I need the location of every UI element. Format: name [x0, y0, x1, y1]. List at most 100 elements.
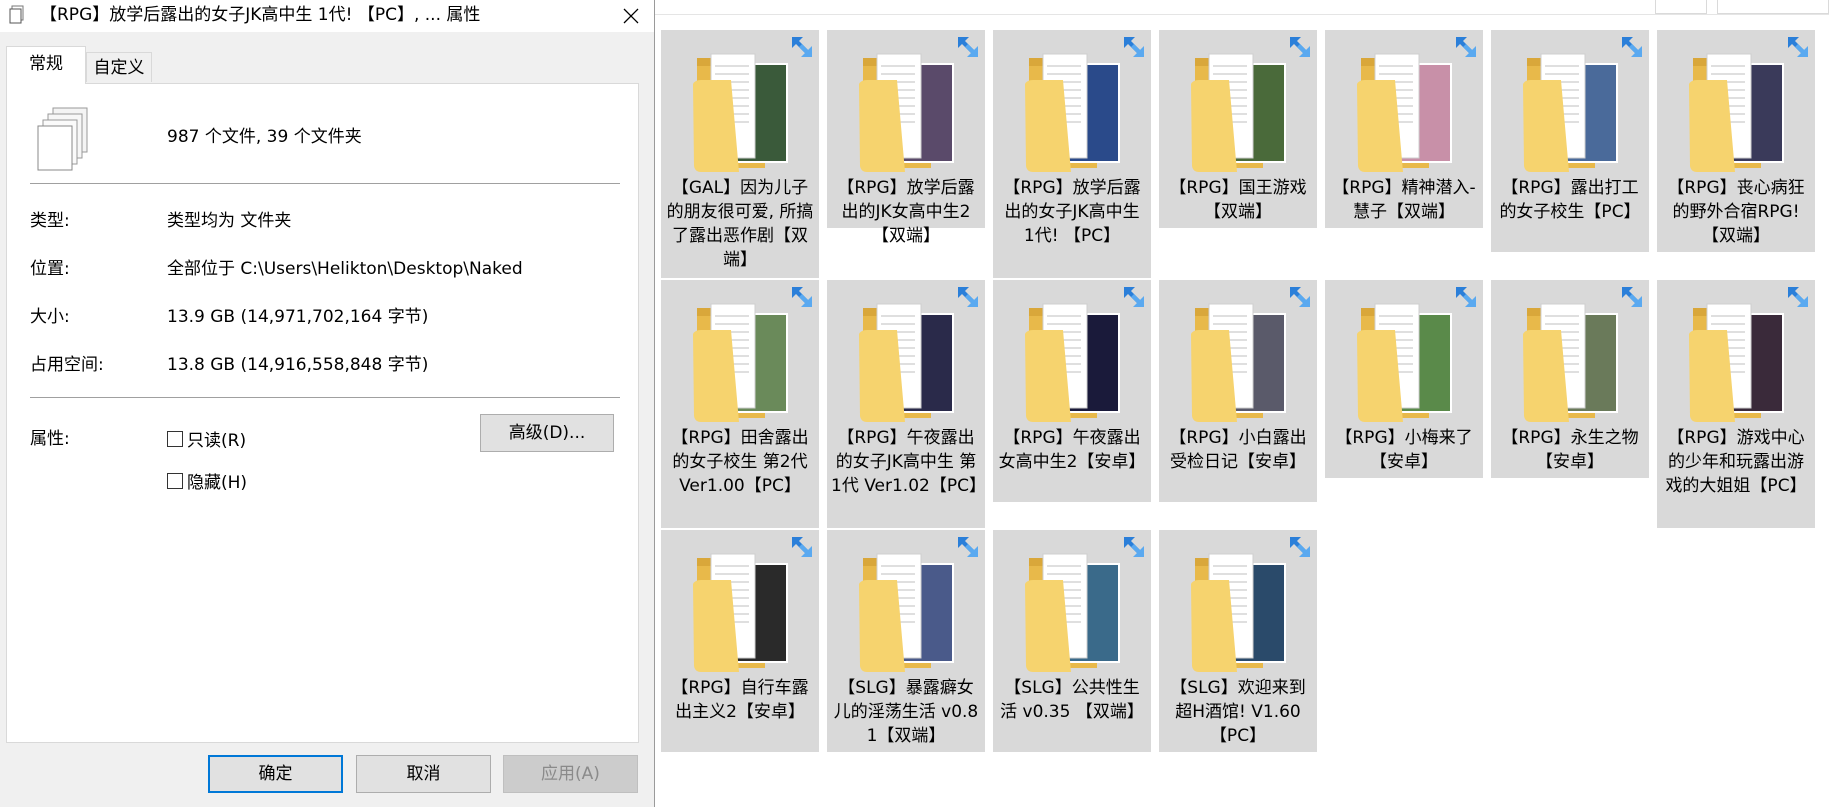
properties-dialog: 【RPG】放学后露出的女子JK高中生 1代! 【PC】, ... 属性 常规 自… [0, 0, 655, 807]
hidden-checkbox-row[interactable]: 隐藏(H) [167, 468, 247, 493]
folder-label: 【SLG】公共性生活 v0.35 【双端】 [1000, 678, 1144, 722]
folder-label: 【RPG】露出打工的女子校生【PC】 [1499, 178, 1641, 222]
shortcut-arrow-icon [792, 37, 812, 57]
folder-item[interactable]: 【RPG】露出打工的女子校生【PC】 [1491, 30, 1649, 252]
general-tab-panel: 987 个文件, 39 个文件夹 类型: 类型均为 文件夹 位置: 全部位于 C… [6, 83, 639, 743]
window-title: 【RPG】放学后露出的女子JK高中生 1代! 【PC】, ... 属性 [40, 5, 481, 25]
shortcut-arrow-icon [1124, 37, 1144, 57]
folder-icon [1025, 53, 1120, 172]
folder-icon [1191, 553, 1286, 672]
folder-label: 【RPG】午夜露出女高中生2【安卓】 [998, 428, 1146, 472]
readonly-checkbox[interactable] [167, 430, 183, 447]
close-button[interactable] [608, 0, 654, 32]
shortcut-arrow-icon [1124, 537, 1144, 557]
folder-item[interactable]: 【SLG】欢迎来到超H酒馆! V1.60【PC】 [1159, 530, 1317, 752]
folder-label: 【RPG】午夜露出的女子JK高中生 第1代 Ver1.02【PC】 [831, 428, 986, 496]
title-bar: 【RPG】放学后露出的女子JK高中生 1代! 【PC】, ... 属性 [0, 0, 654, 32]
folder-item[interactable]: 【RPG】国王游戏【双端】 [1159, 30, 1317, 228]
folder-icon [859, 53, 954, 172]
folder-label: 【RPG】放学后露出的女子JK高中生 1代! 【PC】 [1003, 178, 1141, 246]
divider [30, 183, 620, 184]
folder-icon [859, 303, 954, 422]
folder-item[interactable]: 【RPG】小梅来了【安卓】 [1325, 280, 1483, 478]
shortcut-arrow-icon [1290, 537, 1310, 557]
tab-custom[interactable]: 自定义 [86, 52, 152, 82]
folder-icon [1689, 53, 1784, 172]
readonly-label: 只读(R) [187, 431, 247, 451]
shortcut-arrow-icon [958, 537, 978, 557]
location-label: 位置: [30, 259, 70, 279]
shortcut-arrow-icon [1788, 287, 1808, 307]
shortcut-arrow-icon [1290, 37, 1310, 57]
folder-item[interactable]: 【SLG】公共性生活 v0.35 【双端】 [993, 530, 1151, 752]
folder-label: 【RPG】田舍露出的女子校生 第2代 Ver1.00【PC】 [671, 428, 809, 496]
readonly-checkbox-row[interactable]: 只读(R) [167, 426, 246, 451]
multiple-files-icon [37, 107, 88, 171]
attributes-label: 属性: [30, 429, 70, 449]
folder-item[interactable]: 【RPG】精神潜入-慧子【双端】 [1325, 30, 1483, 228]
folder-item[interactable]: 【SLG】暴露癖女儿的淫荡生活 v0.81【双端】 [827, 530, 985, 752]
folder-item[interactable]: 【RPG】田舍露出的女子校生 第2代 Ver1.00【PC】 [661, 280, 819, 528]
folder-label: 【RPG】永生之物【安卓】 [1501, 428, 1639, 472]
shortcut-arrow-icon [958, 287, 978, 307]
type-value: 类型均为 文件夹 [167, 211, 292, 231]
folder-item[interactable]: 【RPG】午夜露出女高中生2【安卓】 [993, 280, 1151, 502]
folder-item[interactable]: 【GAL】因为儿子的朋友很可爱, 所搞了露出恶作剧【双端】 [661, 30, 819, 278]
folder-icon [1357, 303, 1452, 422]
folder-label: 【GAL】因为儿子的朋友很可爱, 所搞了露出恶作剧【双端】 [666, 178, 814, 270]
folder-label: 【RPG】国王游戏【双端】 [1169, 178, 1307, 222]
hidden-checkbox[interactable] [167, 472, 183, 489]
folder-item[interactable]: 【RPG】永生之物【安卓】 [1491, 280, 1649, 478]
folder-label: 【RPG】游戏中心的少年和玩露出游戏的大姐姐【PC】 [1665, 428, 1807, 496]
folder-item[interactable]: 【RPG】小白露出受检日记【安卓】 [1159, 280, 1317, 502]
folder-label: 【SLG】暴露癖女儿的淫荡生活 v0.81【双端】 [833, 678, 979, 746]
location-value: 全部位于 C:\Users\Helikton\Desktop\Naked [167, 259, 523, 279]
refresh-button[interactable] [1655, 0, 1707, 14]
shortcut-arrow-icon [958, 37, 978, 57]
folder-item[interactable]: 【RPG】游戏中心的少年和玩露出游戏的大姐姐【PC】 [1657, 280, 1815, 528]
type-label: 类型: [30, 211, 70, 231]
tab-general[interactable]: 常规 [6, 46, 86, 84]
folder-icon [693, 303, 788, 422]
folder-icon [1523, 303, 1618, 422]
folder-icon [1191, 303, 1286, 422]
folder-item[interactable]: 【RPG】丧心病狂的野外合宿RPG! 【双端】 [1657, 30, 1815, 252]
document-icon [9, 5, 24, 24]
advanced-button[interactable]: 高级(D)... [480, 414, 614, 452]
file-count-summary: 987 个文件, 39 个文件夹 [167, 127, 362, 147]
shortcut-arrow-icon [1788, 37, 1808, 57]
disk-size-label: 占用空间: [30, 355, 104, 375]
folder-icon [693, 553, 788, 672]
ok-button[interactable]: 确定 [208, 755, 343, 793]
size-value: 13.9 GB (14,971,702,164 字节) [167, 307, 429, 327]
folder-item[interactable]: 【RPG】自行车露出主义2【安卓】 [661, 530, 819, 752]
shortcut-arrow-icon [1290, 287, 1310, 307]
folder-label: 【RPG】自行车露出主义2【安卓】 [671, 678, 809, 722]
search-box[interactable] [1717, 0, 1829, 14]
folder-item[interactable]: 【RPG】放学后露出的女子JK高中生 1代! 【PC】 [993, 30, 1151, 278]
size-label: 大小: [30, 307, 70, 327]
divider [30, 397, 620, 398]
apply-button[interactable]: 应用(A) [503, 755, 638, 793]
folder-icon [1025, 553, 1120, 672]
folder-icon [1523, 53, 1618, 172]
close-icon [623, 8, 639, 24]
folder-item[interactable]: 【RPG】午夜露出的女子JK高中生 第1代 Ver1.02【PC】 [827, 280, 986, 528]
folder-label: 【RPG】放学后露出的JK女高中生2 【双端】 [837, 178, 975, 246]
shortcut-arrow-icon [1124, 287, 1144, 307]
explorer-toolbar [655, 0, 1829, 15]
folder-icon [1357, 53, 1452, 172]
folder-label: 【RPG】精神潜入-慧子【双端】 [1332, 178, 1476, 222]
folder-label: 【RPG】丧心病狂的野外合宿RPG! 【双端】 [1667, 178, 1805, 246]
folder-icon [1191, 53, 1286, 172]
folder-label: 【RPG】小梅来了【安卓】 [1335, 428, 1473, 472]
shortcut-arrow-icon [1622, 287, 1642, 307]
shortcut-arrow-icon [1456, 287, 1476, 307]
shortcut-arrow-icon [792, 537, 812, 557]
shortcut-arrow-icon [1456, 37, 1476, 57]
folder-icon [1025, 303, 1120, 422]
cancel-button[interactable]: 取消 [356, 755, 491, 793]
folder-item[interactable]: 【RPG】放学后露出的JK女高中生2 【双端】 [827, 30, 985, 246]
hidden-label: 隐藏(H) [187, 473, 248, 493]
folder-label: 【SLG】欢迎来到超H酒馆! V1.60【PC】 [1170, 678, 1306, 746]
